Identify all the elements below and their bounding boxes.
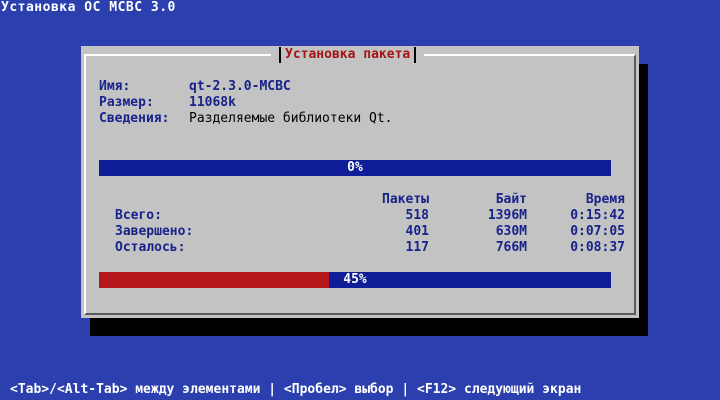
packages-value: 518	[405, 208, 429, 223]
package-summary-value: Разделяемые библиотеки Qt.	[189, 111, 393, 126]
field-size-row: Размер: 11068k	[99, 95, 393, 111]
stats-row-remaining: Осталось: 117 766M 0:08:37	[115, 240, 625, 256]
row-label: Всего:	[115, 208, 162, 223]
header-packages: Пакеты	[382, 192, 429, 207]
total-progress-label: 45%	[343, 272, 367, 287]
package-progress-label: 0%	[347, 160, 363, 175]
field-label: Сведения:	[99, 111, 170, 126]
dialog-title: Установка пакета	[285, 47, 411, 62]
package-name-value: qt-2.3.0-MCBC	[189, 79, 291, 94]
header-time: Время	[585, 192, 625, 207]
title-left-tick	[279, 47, 281, 63]
install-stats-table: Пакеты Байт Время Всего: 518 1396M 0:15:…	[115, 192, 625, 256]
package-progress-bar: 0%	[99, 160, 611, 176]
header-bytes: Байт	[495, 192, 527, 207]
time-value: 0:15:42	[570, 208, 625, 223]
field-summary-row: Сведения: Разделяемые библиотеки Qt.	[99, 111, 393, 127]
time-value: 0:07:05	[570, 224, 625, 239]
field-label: Имя:	[99, 79, 131, 94]
row-label: Завершено:	[115, 224, 194, 239]
bytes-value: 1396M	[487, 208, 527, 223]
field-label: Размер:	[99, 95, 154, 110]
bytes-value: 630M	[495, 224, 527, 239]
time-value: 0:08:37	[570, 240, 625, 255]
dialog-title-bar: Установка пакета	[271, 47, 425, 63]
package-size-value: 11068k	[189, 95, 236, 110]
stats-row-total: Всего: 518 1396M 0:15:42	[115, 208, 625, 224]
row-label: Осталось:	[115, 240, 186, 255]
packages-value: 401	[405, 224, 429, 239]
package-info: Имя: qt-2.3.0-MCBC Размер: 11068k Сведен…	[99, 79, 393, 127]
install-package-dialog: Установка пакета Имя: qt-2.3.0-MCBC Разм…	[81, 46, 639, 318]
stats-row-done: Завершено: 401 630M 0:07:05	[115, 224, 625, 240]
field-name-row: Имя: qt-2.3.0-MCBC	[99, 79, 393, 95]
keyboard-help-line: <Tab>/<Alt-Tab> между элементами | <Проб…	[10, 382, 582, 397]
screen-title: Установка ОС МСВС 3.0	[1, 0, 176, 15]
stats-header-row: Пакеты Байт Время	[115, 192, 625, 208]
title-right-tick	[414, 47, 417, 63]
bytes-value: 766M	[495, 240, 527, 255]
packages-value: 117	[405, 240, 429, 255]
total-progress-bar: 45%	[99, 272, 611, 288]
